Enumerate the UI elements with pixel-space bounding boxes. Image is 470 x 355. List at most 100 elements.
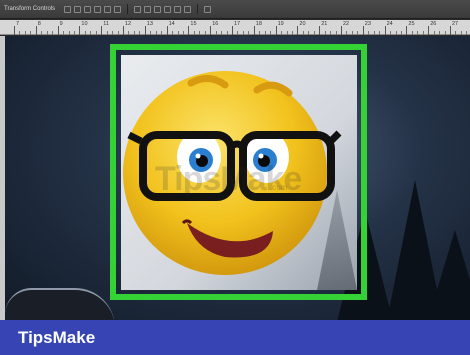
- ruler-label: 8: [37, 21, 41, 27]
- ruler-minor-tick: [199, 31, 201, 35]
- ruler-minor-tick: [41, 31, 43, 35]
- ruler-major-tick: [297, 26, 299, 35]
- ruler-minor-tick: [357, 31, 359, 35]
- ruler-major-tick: [428, 26, 430, 35]
- ruler-label: 23: [364, 21, 371, 27]
- horizontal-ruler[interactable]: 7 8 9 10 11 12 13 14 15 16 17 18 19 20 21 22 23 24 25 26 27: [0, 20, 470, 35]
- brand-footer: TipsMake: [0, 320, 470, 355]
- ruler-label: 27: [452, 21, 459, 27]
- align-left-icon[interactable]: [94, 5, 102, 13]
- ruler-minor-tick: [286, 31, 288, 35]
- ruler-minor-tick: [84, 31, 86, 35]
- ruler-minor-tick: [172, 31, 174, 35]
- ruler-major-tick: [14, 26, 15, 35]
- ruler-minor-tick: [139, 31, 141, 35]
- ruler-major-tick: [341, 26, 342, 35]
- ruler-major-tick: [57, 26, 59, 35]
- ruler-minor-tick: [150, 31, 152, 35]
- ruler-minor-tick: [215, 31, 217, 35]
- ruler-major-tick: [253, 26, 255, 35]
- ruler-minor-tick: [95, 31, 97, 35]
- distribute-vcenter-icon[interactable]: [144, 5, 152, 13]
- ruler-label: 24: [386, 21, 393, 27]
- ruler-label: 21: [321, 21, 328, 27]
- brand-logo: TipsMake: [18, 327, 96, 347]
- ruler-minor-tick: [182, 31, 184, 35]
- ruler-minor-tick: [324, 31, 326, 35]
- background-car: [5, 288, 115, 320]
- ruler-minor-tick: [24, 31, 26, 35]
- background-tree: [425, 230, 470, 320]
- ruler-major-tick: [210, 26, 212, 35]
- distribute-hcenter-icon[interactable]: [174, 5, 182, 13]
- align-hcenter-icon[interactable]: [104, 5, 112, 13]
- ruler-minor-tick: [133, 31, 135, 35]
- distribute-bottom-icon[interactable]: [154, 5, 162, 13]
- ruler-minor-tick: [439, 31, 441, 35]
- ruler-label: 15: [190, 21, 197, 27]
- toolbar-divider: [127, 4, 129, 14]
- ruler-minor-tick: [90, 31, 92, 35]
- align-right-icon[interactable]: [114, 5, 122, 13]
- ruler-minor-tick: [270, 31, 272, 35]
- ruler-minor-tick: [330, 31, 332, 35]
- ruler-minor-tick: [19, 31, 21, 35]
- watermark: TipsMake: [155, 160, 302, 198]
- ruler-minor-tick: [204, 31, 206, 35]
- ruler-minor-tick: [379, 31, 381, 35]
- align-top-icon[interactable]: [64, 5, 72, 13]
- ruler-major-tick: [362, 26, 364, 35]
- ruler-label: 7: [16, 21, 20, 27]
- ruler-major-tick: [144, 26, 146, 35]
- ruler-minor-tick: [46, 31, 48, 35]
- ruler-minor-tick: [346, 31, 348, 35]
- ruler-minor-tick: [68, 31, 70, 35]
- ruler-major-tick: [188, 26, 190, 35]
- options-bar: Transform Controls: [0, 0, 470, 19]
- ruler-major-tick: [319, 26, 321, 35]
- ruler-minor-tick: [161, 31, 163, 35]
- toolbar-divider: [197, 4, 199, 14]
- ruler-major-tick: [35, 26, 37, 35]
- ruler-minor-tick: [117, 31, 119, 35]
- ruler-label: 11: [103, 21, 109, 27]
- ruler-label: 20: [299, 21, 306, 27]
- align-bottom-icon[interactable]: [84, 5, 92, 13]
- align-vcenter-icon[interactable]: [74, 5, 82, 13]
- ruler-minor-tick: [466, 31, 468, 35]
- ruler-label: 13: [146, 21, 153, 27]
- ruler-minor-tick: [248, 31, 250, 35]
- ruler-minor-tick: [242, 31, 244, 35]
- ruler-minor-tick: [313, 31, 315, 35]
- ruler-major-tick: [450, 26, 451, 35]
- ruler-minor-tick: [226, 31, 228, 35]
- ruler-minor-tick: [411, 31, 413, 35]
- ruler-major-tick: [79, 26, 81, 35]
- ruler-minor-tick: [335, 31, 337, 35]
- ruler-minor-tick: [417, 31, 419, 35]
- ruler-minor-tick: [444, 31, 446, 35]
- ruler-minor-tick: [177, 31, 179, 35]
- ruler-minor-tick: [63, 31, 65, 35]
- ruler-minor-tick: [368, 31, 370, 35]
- ruler-minor-tick: [221, 31, 223, 35]
- distribute-right-icon[interactable]: [184, 5, 192, 13]
- ruler-label: 16: [212, 21, 219, 27]
- ruler-major-tick: [384, 26, 386, 35]
- distribute-left-icon[interactable]: [164, 5, 172, 13]
- distribute-top-icon[interactable]: [134, 5, 142, 13]
- ruler-label: 12: [125, 21, 132, 27]
- ruler-major-tick: [101, 26, 103, 35]
- auto-align-icon[interactable]: [204, 5, 212, 13]
- ruler-label: 17: [234, 21, 241, 27]
- ruler-label: 26: [430, 21, 437, 27]
- ruler-minor-tick: [422, 31, 424, 35]
- ruler-major-tick: [275, 26, 277, 35]
- ruler-label: 10: [81, 21, 88, 27]
- ruler-minor-tick: [390, 31, 392, 35]
- ruler-label: 19: [277, 21, 284, 27]
- ruler-minor-tick: [291, 31, 293, 35]
- ruler-label: 18: [255, 21, 262, 27]
- ruler-minor-tick: [395, 31, 397, 35]
- ruler-minor-tick: [155, 31, 157, 35]
